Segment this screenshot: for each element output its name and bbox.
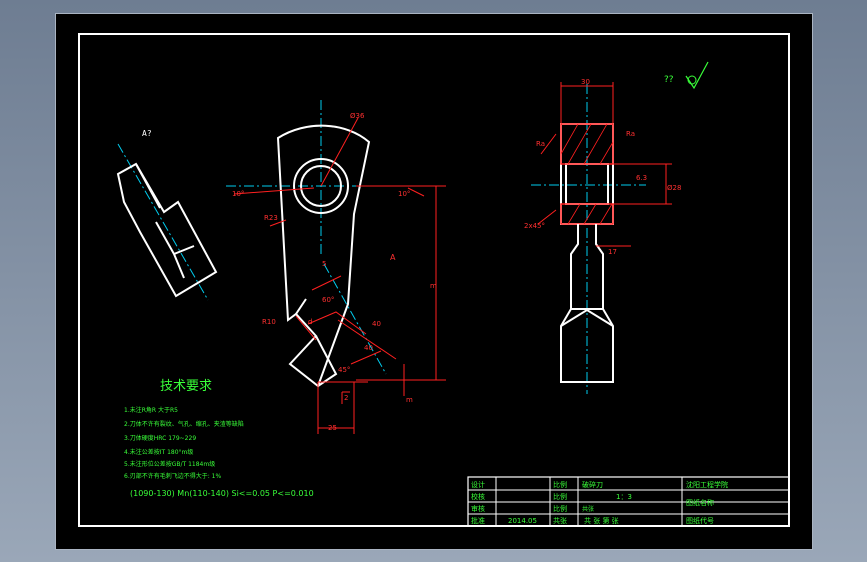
dim-top-30: 30 xyxy=(581,78,590,86)
dim-hole-dia: Ø36 xyxy=(350,112,365,120)
tech-req-item-1: 1.未注R角R 大于R5 xyxy=(124,406,178,414)
tb-row-1: 设计 xyxy=(471,480,485,489)
dim-right-angle: 10° xyxy=(398,190,410,198)
tb-col-3: 比例 xyxy=(553,504,567,513)
dim-n17: 17 xyxy=(608,248,617,256)
dim-right: Ø28 xyxy=(667,184,681,192)
dim-s: 5 xyxy=(322,260,326,268)
dim-r23: R23 xyxy=(264,214,278,222)
title-block: 设计 校核 审核 批准 比例 比例 比例 共张 破碎刀 1：3 共 张 第 张 … xyxy=(467,476,790,527)
dim-2: 2 xyxy=(344,394,348,402)
tb-row-4: 批准 xyxy=(471,516,485,525)
roughness-label: ?? xyxy=(664,75,674,85)
dim-tol-small: 6.3 xyxy=(636,174,647,182)
tech-req-item-4: 4.未注公差按IT 180°m级 xyxy=(124,448,193,456)
tb-drawing-no: 图纸代号 xyxy=(686,516,714,525)
dim-40b: 40 xyxy=(364,344,373,352)
front-view: 10° 10° Ø36 R23 60° R10 45° 25 2 40 40 m… xyxy=(226,100,446,434)
dim-45: 45° xyxy=(338,366,350,374)
tb-row-2: 校核 xyxy=(471,492,485,501)
dim-ra: Ra xyxy=(626,130,635,138)
tech-req-item-5: 5.未注形位公差按GB/T 1184m级 xyxy=(124,460,215,468)
dim-tol-left: Ra xyxy=(536,140,545,148)
tb-row-3: 审核 xyxy=(471,504,485,513)
cad-viewport[interactable]: A? 10° 10° Ø36 R23 60° R10 45° 25 2 40 4… xyxy=(55,13,813,550)
dim-m: m xyxy=(406,396,413,404)
tb-scale: 1：3 xyxy=(616,493,632,501)
dim-r10: R10 xyxy=(262,318,276,326)
tech-req-item-6: 6.刃部不许有毛刺飞边不得大于: 1% xyxy=(124,472,221,480)
tb-sheet: 共 张 第 张 xyxy=(584,516,619,525)
section-view: A? xyxy=(116,129,218,301)
dim-chamfer: 2x45° xyxy=(524,222,545,230)
tech-requirements: 技术要求 1.未注R角R 大于R5 2.刀体不许有裂纹、气孔、缩孔、夹渣等缺陷 … xyxy=(124,379,314,498)
side-view: 30 Ø28 2x45° 17 Ra 6.3 Ra xyxy=(524,78,681,394)
dim-left-angle: 10° xyxy=(232,190,244,198)
view-arrow-label: A xyxy=(390,253,396,262)
dim-big: m xyxy=(430,282,437,290)
dim-25: 25 xyxy=(328,424,337,432)
tb-col-1: 比例 xyxy=(553,480,567,489)
tb-drawing-label: 图纸名称 xyxy=(686,498,714,507)
material-line: (1090-130) Mn(110-140) Si<=0.05 P<=0.010 xyxy=(130,489,314,498)
dim-d1: d xyxy=(308,318,312,326)
tb-col-2: 比例 xyxy=(553,492,567,501)
roughness-symbol: ?? xyxy=(664,61,709,90)
tech-req-item-3: 3.刀体硬度HRC 179~229 xyxy=(124,434,196,442)
dim-40: 40 xyxy=(372,320,381,328)
tb-date: 2014.05 xyxy=(508,517,537,525)
section-label: A? xyxy=(142,129,152,138)
tb-school: 沈阳工程学院 xyxy=(686,480,728,489)
tech-req-item-2: 2.刀体不许有裂纹、气孔、缩孔、夹渣等缺陷 xyxy=(124,420,244,428)
cad-drawing: A? 10° 10° Ø36 R23 60° R10 45° 25 2 40 4… xyxy=(78,33,790,527)
tb-col-4: 共张 xyxy=(553,516,567,525)
tb-drawing-name: 破碎刀 xyxy=(582,480,603,489)
tb-misc: 共张 xyxy=(582,505,594,513)
tech-req-title: 技术要求 xyxy=(160,379,212,394)
dim-angle-60: 60° xyxy=(322,296,334,304)
